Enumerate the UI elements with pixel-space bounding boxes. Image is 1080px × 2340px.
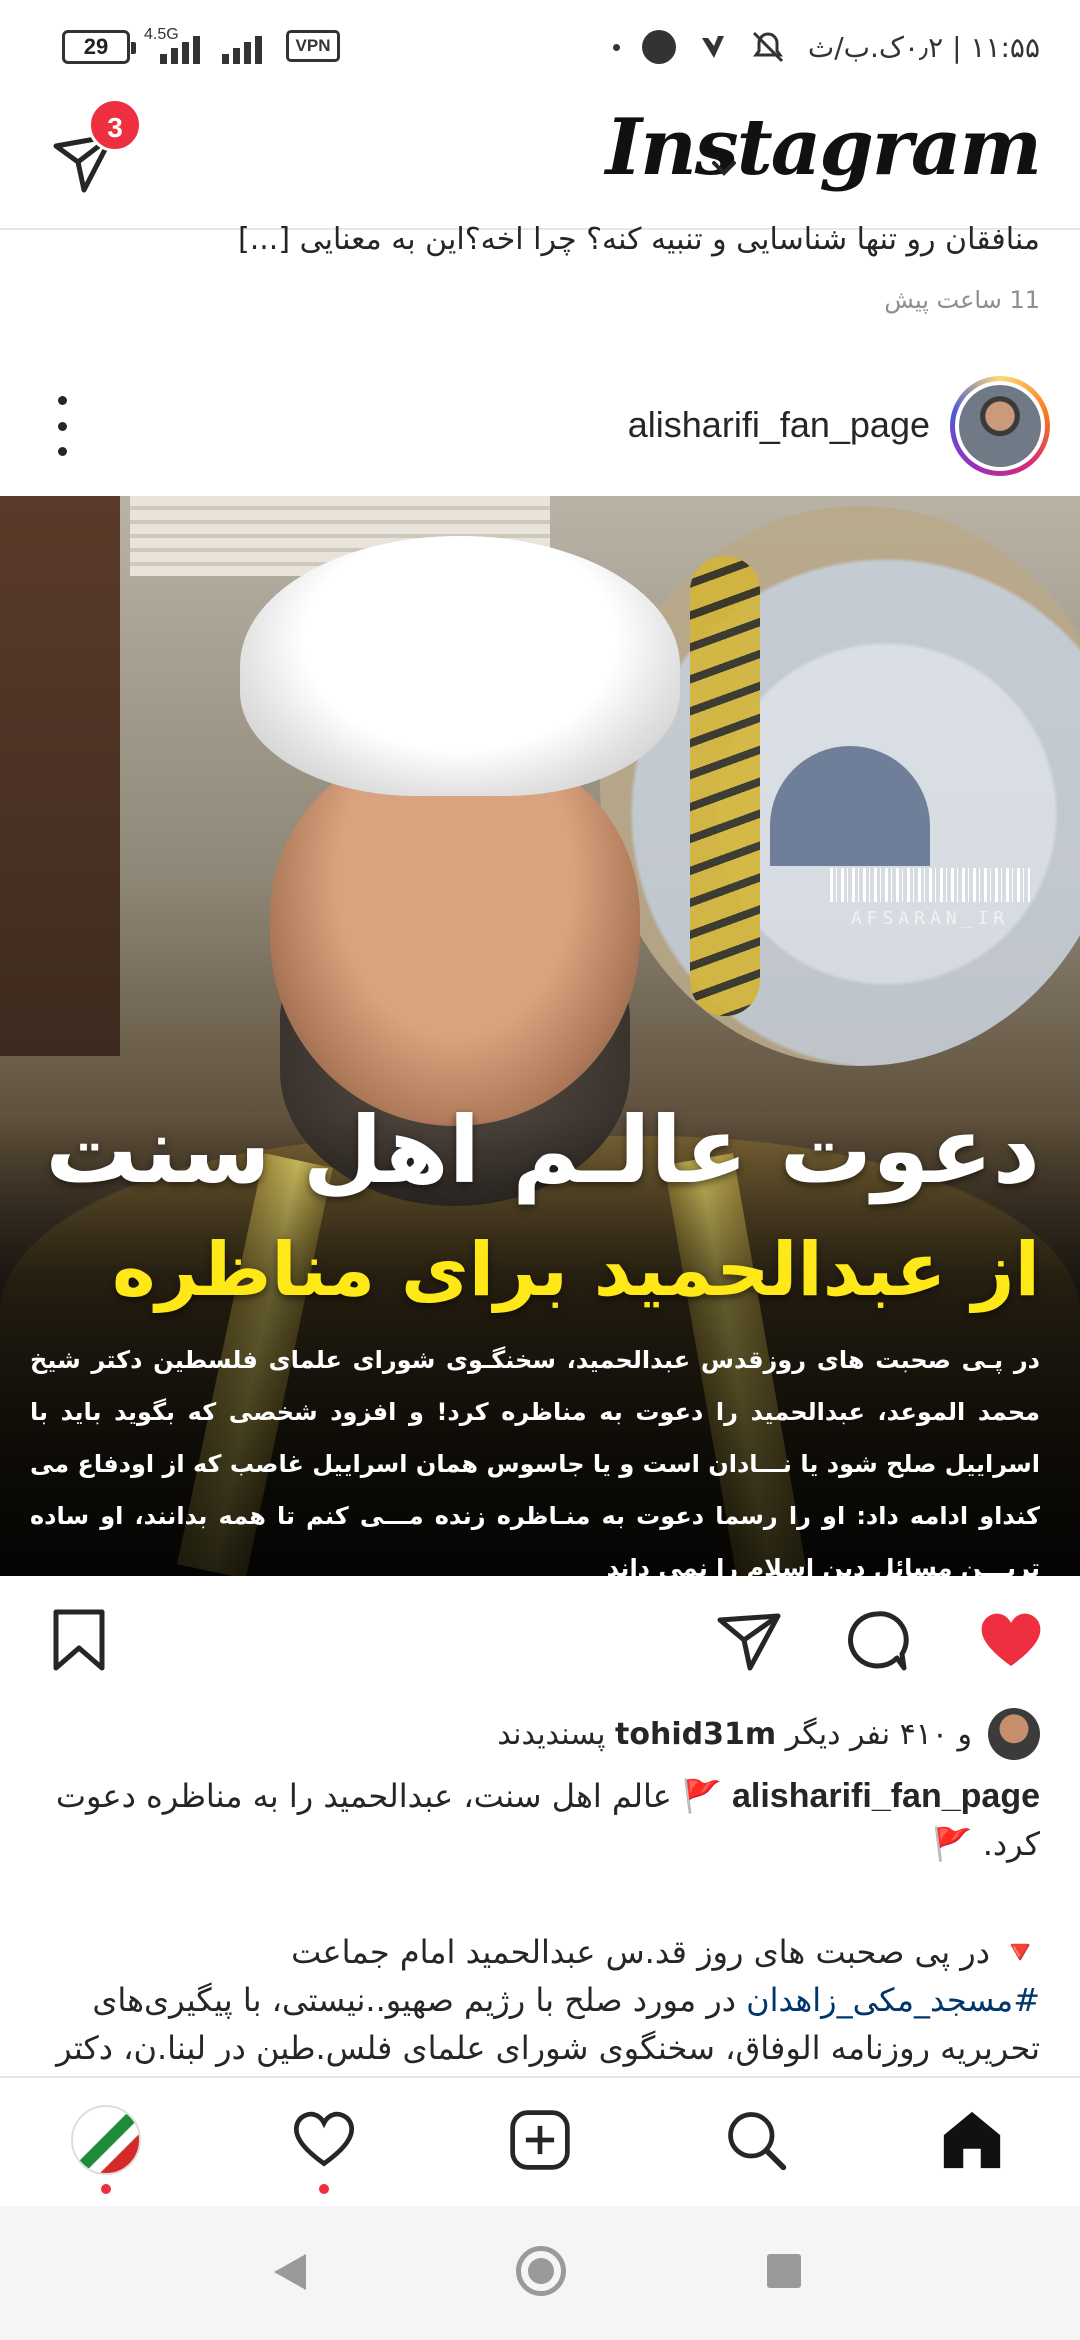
post-image[interactable]: AFSARAN_IR دعوت عالـم اهل سنت از عبدالحم… <box>0 496 1080 1576</box>
hashtag-link[interactable]: #مسجد_مکی_زاهدان <box>746 1981 1040 2019</box>
signal-icon-2 <box>222 30 262 64</box>
nav-create[interactable] <box>500 2100 580 2180</box>
like-heart-icon[interactable] <box>976 1606 1046 1676</box>
home-icon <box>943 2111 1001 2169</box>
caption-line-1: در پی صحبت های روز قد.س عبدالحمید امام ج… <box>291 1933 990 1971</box>
heart-outline-icon <box>293 2111 355 2167</box>
post-header: alisharifi_fan_page <box>0 366 1080 496</box>
system-recents-icon[interactable] <box>767 2254 801 2288</box>
nav-profile[interactable] <box>66 2100 146 2194</box>
image-watermark: AFSARAN_IR <box>830 868 1030 929</box>
app-header: 3 Instagram <box>0 90 1080 230</box>
post-caption-continued[interactable]: 🔻 در پی صحبت های روز قد.س عبدالحمید امام… <box>40 1928 1040 2076</box>
profile-avatar <box>71 2105 141 2175</box>
direct-badge: 3 <box>88 98 142 152</box>
instagram-logo[interactable]: Instagram <box>606 102 1042 193</box>
nav-search[interactable] <box>716 2100 796 2180</box>
add-post-icon <box>510 2110 570 2170</box>
mute-icon <box>752 31 783 63</box>
flag-icon: 🚩 <box>681 1777 722 1815</box>
bottom-navigation <box>0 2076 1080 2206</box>
image-headline: دعوت عالـم اهل سنت <box>45 1097 1040 1204</box>
previous-post-caption[interactable]: منافقان رو تنها شناسایی و تنبیه کنه؟ چرا… <box>40 222 1040 266</box>
status-right-group: ۱۱:۵۵ | ۰٫۲ک.ب/ث <box>612 22 1040 72</box>
system-back-icon[interactable] <box>274 2254 306 2290</box>
signal-icon <box>160 30 200 64</box>
caption-username[interactable]: alisharifi_fan_page <box>732 1777 1040 1815</box>
image-subheadline: از عبدالحمید برای مناظره <box>111 1227 1040 1313</box>
save-bookmark-icon[interactable] <box>46 1606 116 1676</box>
flag-icon-end: 🚩 <box>932 1825 973 1863</box>
status-bar: 29 4.5G VPN ۱۱:۵۵ | ۰٫۲ک.ب/ث <box>0 0 1080 90</box>
liker-username: tohid31m <box>615 1716 777 1752</box>
post-avatar[interactable] <box>950 376 1050 476</box>
nav-activity[interactable] <box>284 2100 364 2194</box>
small-dot-icon <box>612 43 620 51</box>
nav-home[interactable] <box>932 2100 1012 2180</box>
red-triangle-icon: 🔻 <box>1000 1933 1040 1971</box>
search-icon <box>728 2112 787 2171</box>
comment-icon[interactable] <box>842 1606 912 1676</box>
post-caption[interactable]: alisharifi_fan_page 🚩 عالم اهل سنت، عبدا… <box>40 1772 1040 1868</box>
vpn-key-icon <box>701 36 724 58</box>
chevron-down-icon[interactable] <box>708 152 740 184</box>
more-options-icon[interactable] <box>50 396 74 456</box>
likes-row[interactable]: و ۴۱۰ نفر دیگر tohid31m پسندیدند <box>497 1706 1040 1762</box>
previous-post-timestamp: 11 ساعت پیش <box>884 286 1040 314</box>
post-actions <box>0 1576 1080 1696</box>
likes-text: و ۴۱۰ نفر دیگر tohid31m پسندیدند <box>497 1716 972 1752</box>
notification-dot-icon <box>641 30 676 64</box>
clock-and-speed: ۱۱:۵۵ | ۰٫۲ک.ب/ث <box>807 30 1040 64</box>
image-body-text: در پـی صحبت های روزقدس عبدالحمید، سخنگـو… <box>30 1346 1040 1576</box>
battery-indicator: 29 <box>62 30 136 64</box>
liker-avatar <box>988 1708 1040 1760</box>
system-home-icon[interactable] <box>516 2246 566 2296</box>
system-navigation-bar <box>0 2206 1080 2340</box>
share-icon[interactable] <box>714 1606 784 1676</box>
vpn-indicator: VPN <box>286 30 340 62</box>
post-username[interactable]: alisharifi_fan_page <box>628 404 930 446</box>
